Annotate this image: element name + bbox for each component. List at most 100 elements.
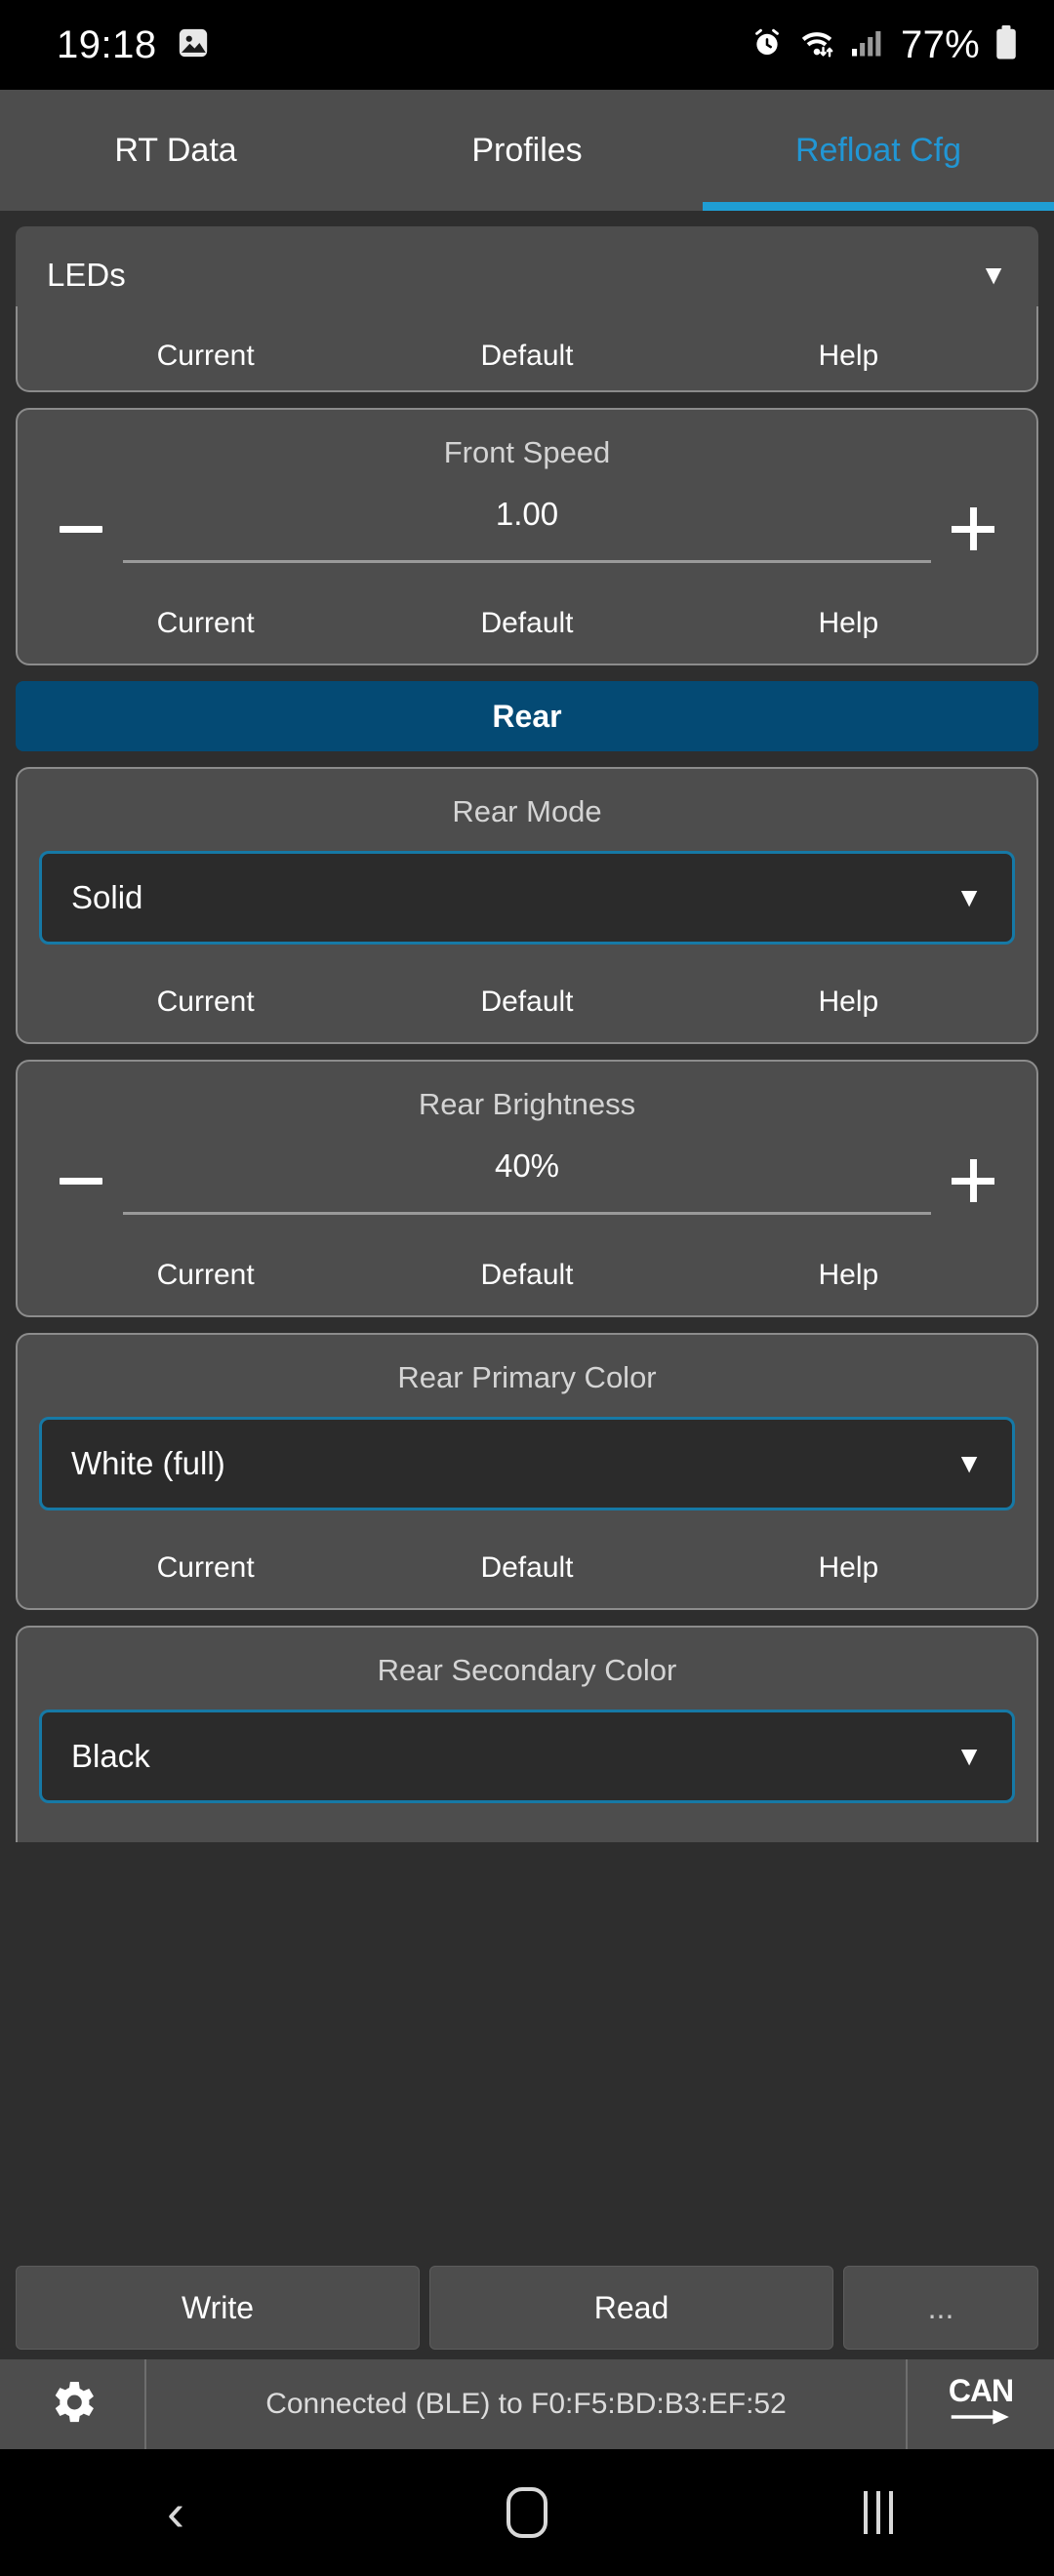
tab-profiles[interactable]: Profiles (351, 90, 703, 211)
write-button[interactable]: Write (16, 2266, 420, 2350)
rear-secondary-color-title: Rear Secondary Color (377, 1653, 677, 1687)
rear-secondary-color-dropdown[interactable]: Black ▼ (39, 1710, 1015, 1803)
status-bar-left: 19:18 (57, 23, 210, 67)
tab-profiles-label: Profiles (471, 131, 583, 169)
rear-primary-color-dropdown[interactable]: White (full) ▼ (39, 1417, 1015, 1510)
card-rear-mode: Rear Mode Solid ▼ Current Default Help (16, 767, 1038, 1044)
settings-button[interactable] (0, 2359, 146, 2449)
link-help[interactable]: Help (688, 607, 1009, 640)
can-forward-button[interactable]: CAN (908, 2359, 1054, 2449)
front-speed-slider[interactable]: 1.00 (123, 496, 931, 563)
app-status-bar: Connected (BLE) to F0:F5:BD:B3:EF:52 CAN (0, 2359, 1054, 2449)
chevron-down-icon: ▼ (955, 1741, 983, 1771)
rear-primary-color-title: Rear Primary Color (397, 1360, 657, 1394)
rear-brightness-value: 40% (494, 1147, 560, 1184)
front-speed-decrement-button[interactable] (39, 492, 123, 566)
alarm-icon (750, 26, 784, 64)
status-bar-right: 77% (750, 23, 1019, 67)
rear-mode-title: Rear Mode (452, 794, 602, 828)
links-row: Current Default Help (39, 1551, 1015, 1585)
battery-percent-label: 77% (901, 22, 980, 66)
more-options-label: ... (927, 2289, 954, 2325)
section-header-rear: Rear (16, 681, 1038, 751)
rear-brightness-increment-button[interactable] (931, 1144, 1015, 1218)
rear-primary-color-value: White (full) (71, 1445, 225, 1481)
system-status-bar: 19:18 77% (0, 0, 1054, 90)
card-rear-secondary-color: Rear Secondary Color Black ▼ (16, 1626, 1038, 1842)
write-button-label: Write (181, 2289, 255, 2325)
recents-icon (864, 2491, 893, 2534)
phone-screen: 19:18 77% RT Data Profiles Refloat Cfg L… (0, 0, 1054, 2576)
minus-icon (60, 525, 102, 533)
chevron-down-icon: ▼ (955, 1448, 983, 1478)
nav-recents-button[interactable] (703, 2449, 1054, 2576)
front-speed-stepper-row: 1.00 (39, 492, 1015, 566)
rear-secondary-color-value: Black (71, 1738, 150, 1774)
tab-refloat-cfg-label: Refloat Cfg (794, 131, 962, 169)
wifi-icon (797, 26, 836, 64)
home-icon (507, 2487, 547, 2538)
signal-icon (850, 28, 883, 62)
link-current[interactable]: Current (45, 607, 366, 640)
plus-icon (952, 1159, 994, 1202)
link-current[interactable]: Current (45, 340, 366, 373)
links-row: Current Default Help (39, 986, 1015, 1019)
plus-icon (952, 507, 994, 550)
arrow-right-icon (949, 2406, 1013, 2433)
tab-rt-data-label: RT Data (114, 131, 237, 169)
android-navigation-bar: ‹ (0, 2449, 1054, 2576)
read-button-label: Read (593, 2289, 669, 2325)
more-options-button[interactable]: ... (843, 2266, 1038, 2350)
tab-refloat-cfg[interactable]: Refloat Cfg (703, 90, 1054, 211)
card-rear-brightness: Rear Brightness 40% Current Default Help (16, 1060, 1038, 1317)
front-speed-slider-track[interactable] (123, 559, 931, 563)
front-speed-value: 1.00 (495, 495, 559, 532)
config-scroll-area[interactable]: LEDs ▼ Current Default Help Front Speed … (0, 211, 1054, 2252)
rear-brightness-title: Rear Brightness (418, 1087, 636, 1121)
status-bar-clock: 19:18 (57, 22, 157, 66)
link-default[interactable]: Default (366, 340, 687, 373)
link-default[interactable]: Default (366, 1551, 687, 1585)
read-button[interactable]: Read (429, 2266, 833, 2350)
links-row: Current Default Help (39, 340, 1015, 373)
link-help[interactable]: Help (688, 1551, 1009, 1585)
link-default[interactable]: Default (366, 986, 687, 1019)
minus-icon (60, 1177, 102, 1185)
screenshot-image-icon (177, 26, 210, 64)
nav-home-button[interactable] (351, 2449, 703, 2576)
front-speed-increment-button[interactable] (931, 492, 1015, 566)
nav-back-button[interactable]: ‹ (0, 2449, 351, 2576)
tab-bar: RT Data Profiles Refloat Cfg (0, 90, 1054, 211)
link-default[interactable]: Default (366, 1259, 687, 1292)
connection-status-text: Connected (BLE) to F0:F5:BD:B3:EF:52 (146, 2359, 908, 2449)
battery-icon (993, 24, 1019, 65)
card-front-speed: Front Speed 1.00 Current Default Help (16, 408, 1038, 665)
rear-brightness-decrement-button[interactable] (39, 1144, 123, 1218)
gear-icon (45, 2375, 100, 2435)
link-help[interactable]: Help (688, 340, 1009, 373)
rear-mode-value: Solid (71, 879, 143, 915)
link-help[interactable]: Help (688, 1259, 1009, 1292)
action-button-bar: Write Read ... (0, 2252, 1054, 2359)
link-default[interactable]: Default (366, 607, 687, 640)
link-current[interactable]: Current (45, 1259, 366, 1292)
rear-brightness-slider[interactable]: 40% (123, 1147, 931, 1215)
category-selector-value: LEDs (47, 257, 126, 293)
chevron-down-icon: ▼ (980, 260, 1007, 290)
can-label: CAN (948, 2373, 1014, 2409)
links-row: Current Default Help (39, 607, 1015, 640)
section-header-rear-label: Rear (492, 698, 562, 734)
card-rear-primary-color: Rear Primary Color White (full) ▼ Curren… (16, 1333, 1038, 1610)
link-current[interactable]: Current (45, 1551, 366, 1585)
back-chevron-icon: ‹ (167, 2483, 184, 2542)
rear-brightness-stepper-row: 40% (39, 1144, 1015, 1218)
chevron-down-icon: ▼ (955, 882, 983, 912)
rear-mode-dropdown[interactable]: Solid ▼ (39, 851, 1015, 945)
front-speed-title: Front Speed (443, 435, 611, 469)
rear-brightness-slider-track[interactable] (123, 1211, 931, 1215)
links-row: Current Default Help (39, 1259, 1015, 1292)
link-help[interactable]: Help (688, 986, 1009, 1019)
tab-rt-data[interactable]: RT Data (0, 90, 351, 211)
card-clipped-previous: Current Default Help (16, 306, 1038, 392)
link-current[interactable]: Current (45, 986, 366, 1019)
